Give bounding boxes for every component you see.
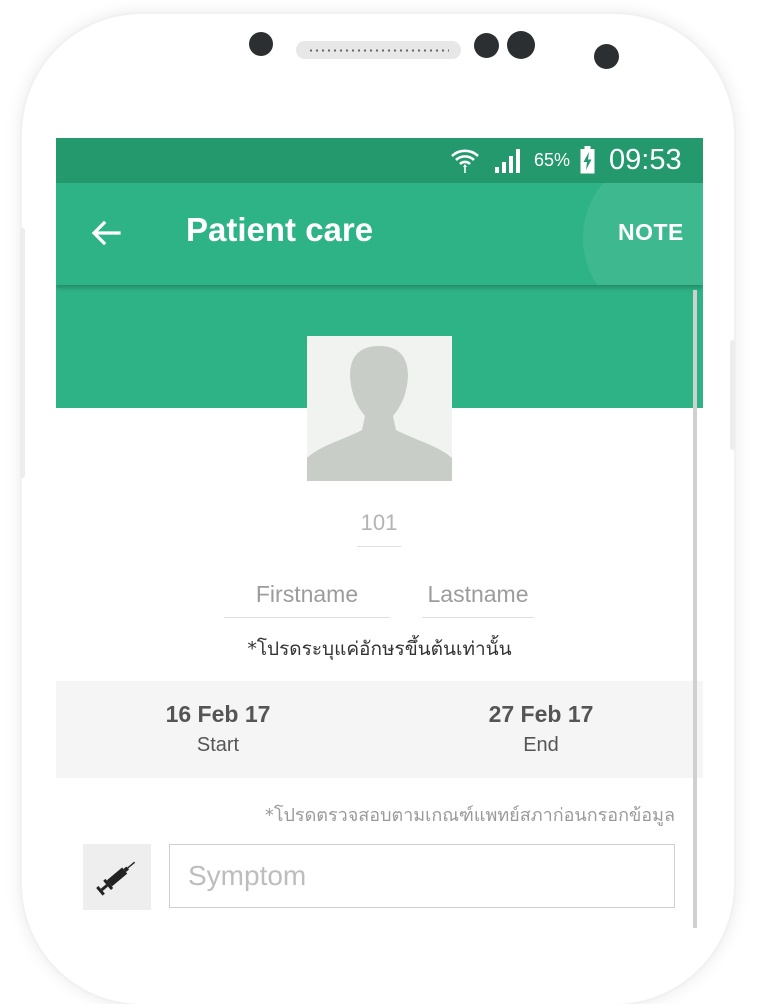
- scrollbar[interactable]: [693, 290, 697, 928]
- start-date-value: 16 Feb 17: [165, 701, 271, 727]
- patient-id-field[interactable]: 101: [357, 510, 401, 547]
- criteria-note: *โปรดตรวจสอบตามเกณฑ์แพทย์สภาก่อนกรอกข้อม…: [264, 805, 675, 826]
- lastname-field[interactable]: Lastname: [422, 581, 534, 618]
- side-button: [20, 228, 25, 478]
- page-title: Patient care: [186, 211, 374, 248]
- end-date-value: 27 Feb 17: [488, 701, 594, 727]
- firstname-field[interactable]: Firstname: [224, 581, 390, 618]
- camera-dot: [249, 32, 273, 56]
- app-toolbar: Patient care NOTE: [56, 183, 703, 285]
- sensor-dot: [474, 33, 499, 58]
- battery-charging-icon: [580, 146, 595, 174]
- battery-percent: 65%: [534, 150, 571, 170]
- start-date-label: Start: [196, 734, 240, 756]
- symptom-icon-button[interactable]: [83, 844, 151, 910]
- end-date-label: End: [523, 734, 559, 756]
- back-arrow-icon[interactable]: [86, 213, 126, 253]
- avatar-placeholder-icon: [307, 346, 452, 481]
- wifi-icon: [451, 149, 479, 173]
- name-instruction-note: *โปรดระบุแค่อักษรขึ้นต้นเท่านั้น: [247, 638, 512, 660]
- status-bar: 65% 09:53: [56, 138, 703, 183]
- syringe-icon: [96, 861, 136, 896]
- end-date[interactable]: 27 Feb 17 End: [441, 701, 641, 757]
- side-button: [730, 340, 735, 450]
- front-camera: [594, 44, 619, 69]
- date-range-panel: 16 Feb 17 Start 27 Feb 17 End: [56, 681, 703, 778]
- start-date[interactable]: 16 Feb 17 Start: [118, 701, 318, 757]
- sensor-dot: [507, 31, 535, 59]
- clock: 09:53: [609, 144, 682, 176]
- symptom-input[interactable]: [169, 844, 675, 908]
- app-screen: 65% 09:53 Patient care NOTE 101 Firstnam…: [56, 138, 703, 928]
- earpiece-speaker: [296, 41, 461, 59]
- patient-avatar[interactable]: [307, 336, 452, 481]
- signal-icon: [495, 149, 520, 173]
- note-button[interactable]: NOTE: [618, 219, 684, 246]
